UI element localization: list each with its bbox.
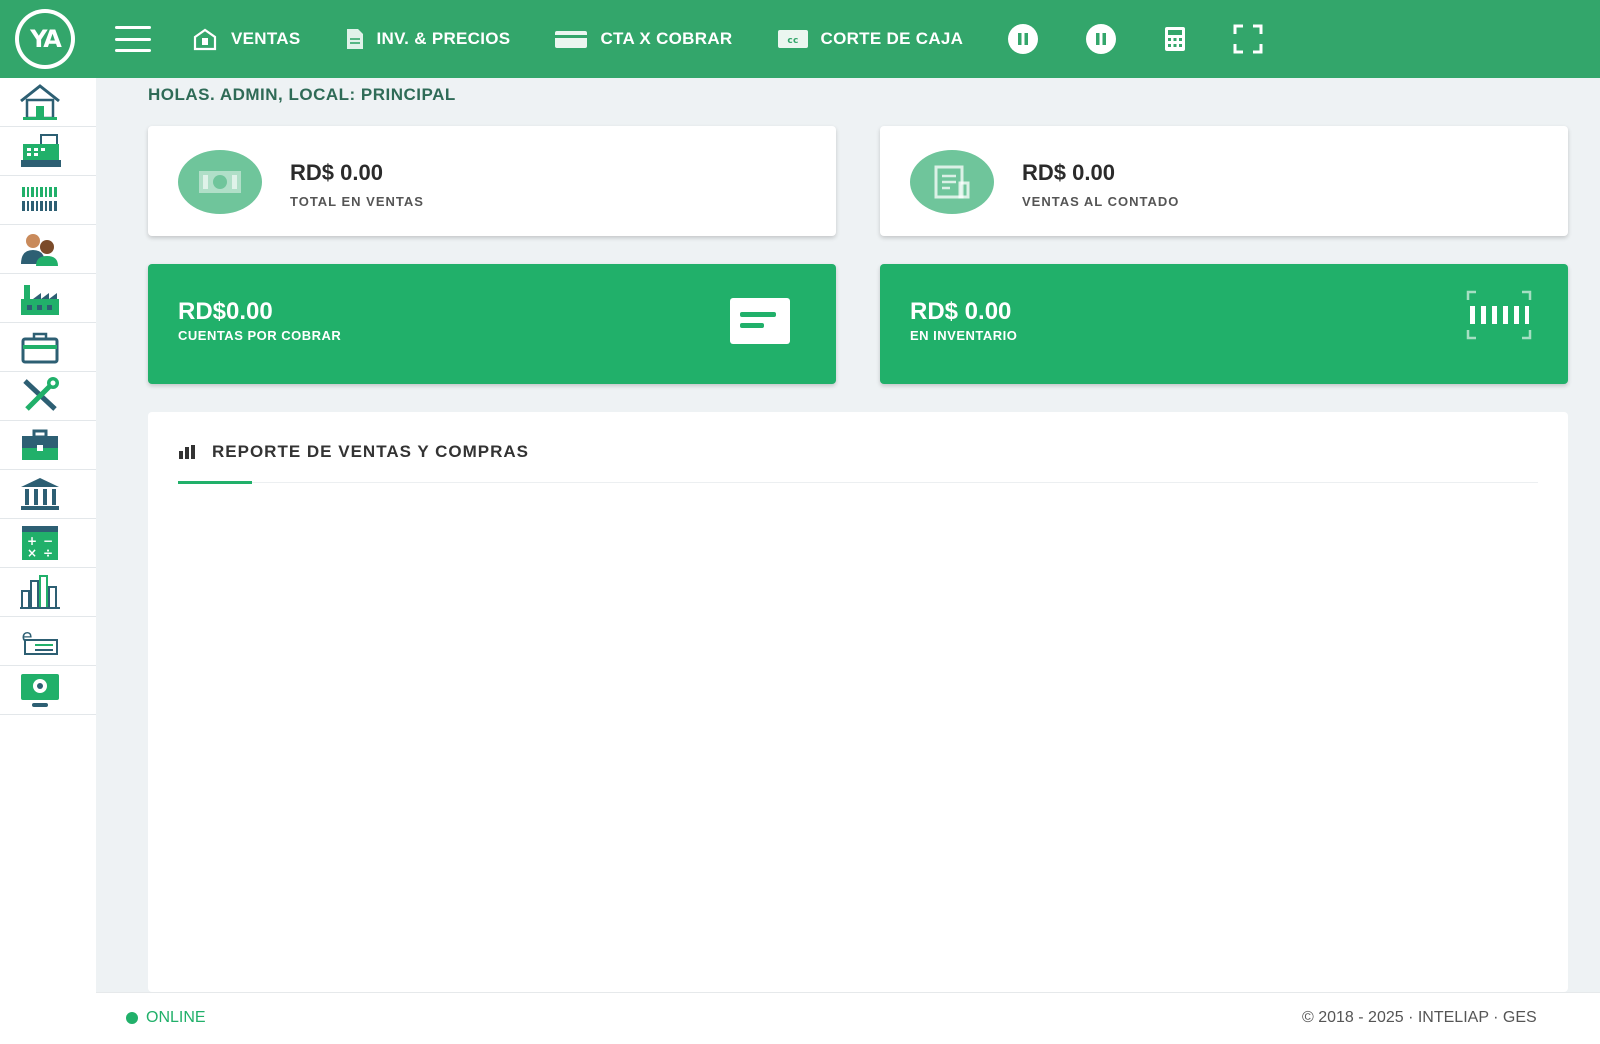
register-icon: [193, 28, 217, 51]
svg-text:×: ×: [27, 546, 37, 560]
fullscreen-icon: [1233, 24, 1263, 54]
ventas-contado-value: RD$ 0.00: [1022, 160, 1115, 185]
briefcase-icon: [22, 429, 58, 460]
home-icon: [20, 84, 60, 120]
copyright: © 2018 - 2025 · INTELIAP · GES: [1302, 1009, 1537, 1026]
menu-toggle-button[interactable]: [115, 26, 151, 52]
card-cuentas-cobrar[interactable]: RD$0.00 CUENTAS POR COBRAR: [148, 264, 836, 384]
calculator-button[interactable]: [1163, 25, 1187, 53]
cash-cut-icon: cc: [777, 30, 808, 48]
cash-register-icon: [21, 134, 61, 167]
logo-mark: YA: [19, 13, 71, 65]
calculator-icon: [1165, 27, 1186, 51]
monitor-settings-icon: [21, 674, 59, 707]
pause-button-1[interactable]: [1007, 23, 1039, 55]
card-total-ventas[interactable]: RD$ 0.00 TOTAL EN VENTAS: [148, 126, 836, 236]
users-icon: [21, 234, 58, 266]
connection-status: ONLINE: [126, 1009, 206, 1027]
receipt-circle: [910, 150, 994, 214]
barcode-scan-icon: [1466, 290, 1532, 340]
credit-card-icon: [555, 31, 588, 48]
footer: ONLINE © 2018 - 2025 · INTELIAP · GES: [96, 992, 1600, 1044]
sidebar-item-reports[interactable]: [0, 568, 96, 617]
nav-inv-precios[interactable]: INV. & PRECIOS: [345, 27, 511, 51]
sidebar-item-briefcase[interactable]: [0, 421, 96, 470]
sidebar-item-monitor-settings[interactable]: [0, 666, 96, 715]
pause-icon: [1008, 24, 1039, 54]
fullscreen-button[interactable]: [1233, 24, 1263, 54]
money-icon: [199, 171, 241, 193]
chart-icon: [20, 575, 60, 609]
report-divider: [178, 482, 1538, 483]
svg-text:cc: cc: [787, 36, 798, 46]
sidebar-item-home[interactable]: [0, 78, 96, 127]
bank-icon: [21, 478, 59, 510]
svg-text:÷: ÷: [43, 546, 53, 560]
inventario-value: RD$ 0.00: [910, 298, 1012, 325]
pause-button-2[interactable]: [1085, 23, 1117, 55]
nav-ventas[interactable]: VENTAS: [191, 27, 301, 51]
online-dot-icon: [126, 1012, 138, 1024]
receipt-icon: [934, 165, 970, 199]
factory-icon: [21, 285, 59, 315]
suitcase-icon: [21, 332, 59, 364]
sidebar-item-factory[interactable]: [0, 274, 96, 323]
nav-corte-caja[interactable]: cc CORTE DE CAJA: [777, 28, 964, 50]
sidebar-item-calculator[interactable]: + − × ÷: [0, 519, 96, 568]
sidebar: + − × ÷ e: [0, 78, 96, 1044]
sidebar-item-suitcase[interactable]: [0, 323, 96, 372]
total-ventas-label: TOTAL EN VENTAS: [290, 194, 424, 209]
card-ventas-contado[interactable]: RD$ 0.00 VENTAS AL CONTADO: [880, 126, 1568, 236]
sidebar-item-users[interactable]: [0, 225, 96, 274]
document-icon: [346, 29, 363, 49]
app-logo[interactable]: YA: [15, 9, 75, 69]
greeting: HOLAS. ADMIN, LOCAL: PRINCIPAL: [148, 85, 456, 104]
nav-cta-cobrar[interactable]: CTA X COBRAR: [554, 28, 732, 50]
report-tab-underline: [178, 481, 252, 484]
sidebar-item-cash-register[interactable]: [0, 127, 96, 176]
note-icon: [730, 298, 790, 344]
report-panel: REPORTE DE VENTAS Y COMPRAS: [148, 412, 1568, 992]
calculator-icon: + −× ÷: [22, 526, 58, 560]
ventas-contado-label: VENTAS AL CONTADO: [1022, 194, 1180, 209]
sidebar-item-barcode[interactable]: [0, 176, 96, 225]
top-nav: VENTAS INV. & PRECIOS CTA X COBRAR cc CO…: [191, 27, 1007, 51]
report-title: REPORTE DE VENTAS Y COMPRAS: [178, 442, 529, 462]
sidebar-item-bank[interactable]: [0, 470, 96, 519]
tools-icon: [23, 377, 59, 411]
top-bar: YA VENTAS INV. & PRECIOS CTA X COBRAR cc…: [0, 0, 1600, 78]
card-inventario[interactable]: RD$ 0.00 EN INVENTARIO: [880, 264, 1568, 384]
sidebar-item-ecommerce[interactable]: e: [0, 617, 96, 666]
top-tools: [1007, 23, 1309, 55]
total-ventas-value: RD$ 0.00: [290, 160, 383, 185]
sidebar-item-tools[interactable]: [0, 372, 96, 421]
inventario-label: EN INVENTARIO: [910, 328, 1018, 343]
money-circle: [178, 150, 262, 214]
bar-chart-icon: [179, 445, 195, 459]
ecommerce-icon: e: [21, 626, 58, 655]
cuentas-cobrar-label: CUENTAS POR COBRAR: [178, 328, 342, 343]
barcode-icon: [22, 187, 57, 211]
pause-icon: [1086, 24, 1117, 54]
cuentas-cobrar-value: RD$0.00: [178, 298, 273, 325]
